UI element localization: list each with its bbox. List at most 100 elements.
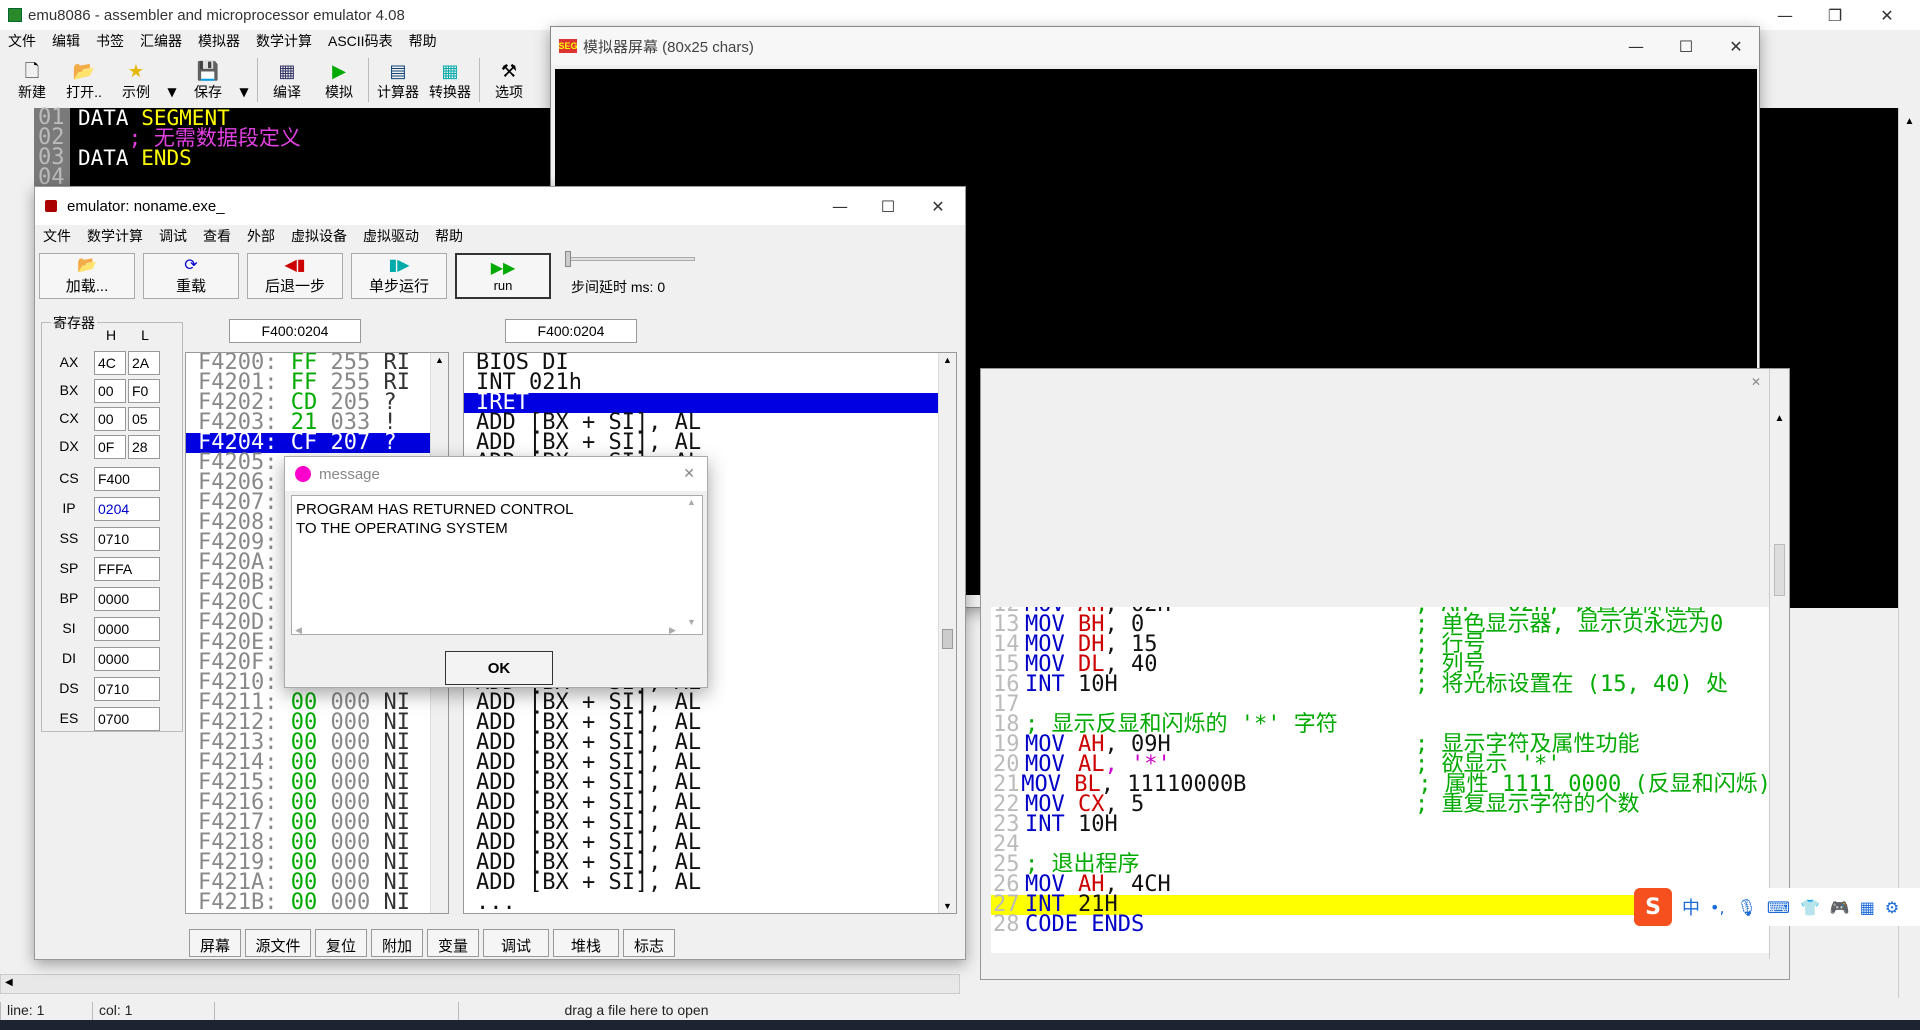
examples-dropdown[interactable]: ▼ xyxy=(162,56,182,106)
emu-menu-view[interactable]: 查看 xyxy=(203,226,231,246)
microphone-icon[interactable]: 🎙 xyxy=(1737,898,1757,917)
scroll-thumb[interactable] xyxy=(942,629,953,649)
compile-button[interactable]: ▦ 编译 xyxy=(261,56,313,106)
game-icon[interactable]: 🎮 xyxy=(1830,898,1850,917)
punctuation-icon[interactable]: •, xyxy=(1710,898,1725,917)
emu-menu-virtual-drives[interactable]: 虚拟驱动 xyxy=(363,226,419,246)
scroll-left-icon[interactable]: ◀ xyxy=(5,977,13,988)
minimize-icon[interactable]: — xyxy=(1760,0,1810,30)
scroll-down-icon[interactable]: ▼ xyxy=(687,617,696,627)
register-l-field[interactable]: 28 xyxy=(128,435,160,459)
emu-menu-file[interactable]: 文件 xyxy=(43,226,71,246)
scroll-up-icon[interactable]: ▲ xyxy=(431,355,448,365)
register-field[interactable]: 0000 xyxy=(94,617,160,641)
load-button[interactable]: 📂 加载... xyxy=(39,253,135,299)
register-field[interactable]: 0000 xyxy=(94,587,160,611)
memory-row[interactable]: F421B: 00 000 NI xyxy=(186,892,448,914)
disassembly-scrollbar[interactable]: ▲ ▼ xyxy=(938,353,956,913)
disasm-row[interactable]: ... xyxy=(464,892,956,914)
memory-address-field[interactable]: F400:0204 xyxy=(229,319,361,343)
settings-icon[interactable]: ⚙ xyxy=(1885,898,1899,917)
menu-help[interactable]: 帮助 xyxy=(409,31,437,51)
restore-icon[interactable]: ❐ xyxy=(1810,0,1860,30)
source-vertical-scrollbar[interactable]: ▲ xyxy=(1769,369,1789,959)
vars-button[interactable]: 变量 xyxy=(427,929,479,957)
register-field[interactable]: 0700 xyxy=(94,707,160,731)
debug-button[interactable]: 调试 xyxy=(483,929,549,957)
scroll-up-icon[interactable]: ▲ xyxy=(687,497,696,507)
close-icon[interactable]: ✕ xyxy=(1862,0,1912,30)
step-delay-slider[interactable]: 步间延时 ms: 0 xyxy=(565,251,697,295)
calculator-button[interactable]: ▤ 计算器 xyxy=(372,56,424,106)
minimize-icon[interactable]: — xyxy=(1611,27,1661,65)
emu-menu-help[interactable]: 帮助 xyxy=(435,226,463,246)
editor-vertical-scrollbar[interactable]: ▲ xyxy=(1898,108,1920,998)
options-button[interactable]: ⚒ 选项 xyxy=(483,56,535,106)
ok-button[interactable]: OK xyxy=(445,651,553,685)
slider-thumb[interactable] xyxy=(565,251,571,267)
scroll-up-icon[interactable]: ▲ xyxy=(939,355,956,365)
register-l-field[interactable]: F0 xyxy=(128,379,160,403)
scroll-up-icon[interactable]: ▲ xyxy=(1899,116,1920,127)
scroll-down-icon[interactable]: ▼ xyxy=(939,901,956,911)
stack-button[interactable]: 堆栈 xyxy=(553,929,619,957)
scroll-right-icon[interactable]: ▶ xyxy=(669,625,676,636)
ime-toolbar[interactable]: S 中 •, 🎙 ⌨ 👕 🎮 ▦ ⚙ xyxy=(1634,888,1920,926)
step-back-button[interactable]: ◀▮ 后退一步 xyxy=(247,253,343,299)
emu-menu-math[interactable]: 数学计算 xyxy=(87,226,143,246)
converter-button[interactable]: ▦ 转换器 xyxy=(424,56,476,106)
new-button[interactable]: 🗋 新建 xyxy=(6,56,58,106)
disasm-address-field[interactable]: F400:0204 xyxy=(505,319,637,343)
menu-math[interactable]: 数学计算 xyxy=(256,31,312,51)
register-h-field[interactable]: 00 xyxy=(94,407,126,431)
menu-file[interactable]: 文件 xyxy=(8,31,36,51)
screen-button[interactable]: 屏幕 xyxy=(189,929,241,957)
open-button[interactable]: 📂 打开.. xyxy=(58,56,110,106)
menu-bookmarks[interactable]: 书签 xyxy=(96,31,124,51)
emu-menu-virtual-devices[interactable]: 虚拟设备 xyxy=(291,226,347,246)
disasm-row[interactable]: ADD [BX + SI], AL xyxy=(464,872,956,894)
register-h-field[interactable]: 0F xyxy=(94,435,126,459)
menu-ascii[interactable]: ASCII码表 xyxy=(328,31,393,51)
close-icon[interactable]: ✕ xyxy=(1711,27,1761,65)
single-step-button[interactable]: ▮▶ 单步运行 xyxy=(351,253,447,299)
ime-mode[interactable]: 中 xyxy=(1682,894,1700,920)
menu-edit[interactable]: 编辑 xyxy=(52,31,80,51)
emulate-button[interactable]: ▶ 模拟 xyxy=(313,56,365,106)
register-field[interactable]: 0000 xyxy=(94,647,160,671)
scroll-thumb[interactable] xyxy=(1774,544,1785,596)
register-l-field[interactable]: 05 xyxy=(128,407,160,431)
source-button[interactable]: 源文件 xyxy=(245,929,311,957)
apps-icon[interactable]: ▦ xyxy=(1860,898,1875,917)
examples-button[interactable]: ★ 示例 xyxy=(110,56,162,106)
run-button[interactable]: ▶▶ run xyxy=(455,253,551,299)
editor-horizontal-scrollbar[interactable]: ◀ xyxy=(0,974,960,994)
scroll-left-icon[interactable]: ◀ xyxy=(295,625,302,636)
source-close-icon[interactable]: ✕ xyxy=(1751,375,1761,389)
register-l-field[interactable]: 2A xyxy=(128,351,160,375)
menu-emulator[interactable]: 模拟器 xyxy=(198,31,240,51)
aux-button[interactable]: 附加 xyxy=(371,929,423,957)
reset-button[interactable]: 复位 xyxy=(315,929,367,957)
emu-menu-external[interactable]: 外部 xyxy=(247,226,275,246)
scroll-up-icon[interactable]: ▲ xyxy=(1770,413,1789,424)
register-field[interactable]: FFFA xyxy=(94,557,160,581)
register-field[interactable]: 0204 xyxy=(94,497,160,521)
maximize-icon[interactable]: ☐ xyxy=(1661,27,1711,65)
menu-assembler[interactable]: 汇编器 xyxy=(140,31,182,51)
keyboard-icon[interactable]: ⌨ xyxy=(1767,898,1790,917)
save-button[interactable]: 💾 保存 xyxy=(182,56,234,106)
disasm-row[interactable]: INT 021h xyxy=(464,372,956,394)
register-field[interactable]: F400 xyxy=(94,467,160,491)
flags-button[interactable]: 标志 xyxy=(623,929,675,957)
register-h-field[interactable]: 00 xyxy=(94,379,126,403)
reload-button[interactable]: ⟳ 重载 xyxy=(143,253,239,299)
save-dropdown[interactable]: ▼ xyxy=(234,56,254,106)
close-icon[interactable]: ✕ xyxy=(913,187,963,225)
close-icon[interactable]: ✕ xyxy=(683,465,695,482)
minimize-icon[interactable]: — xyxy=(815,187,865,225)
register-h-field[interactable]: 4C xyxy=(94,351,126,375)
emu-menu-debug[interactable]: 调试 xyxy=(159,226,187,246)
register-field[interactable]: 0710 xyxy=(94,527,160,551)
skin-icon[interactable]: 👕 xyxy=(1800,898,1820,917)
